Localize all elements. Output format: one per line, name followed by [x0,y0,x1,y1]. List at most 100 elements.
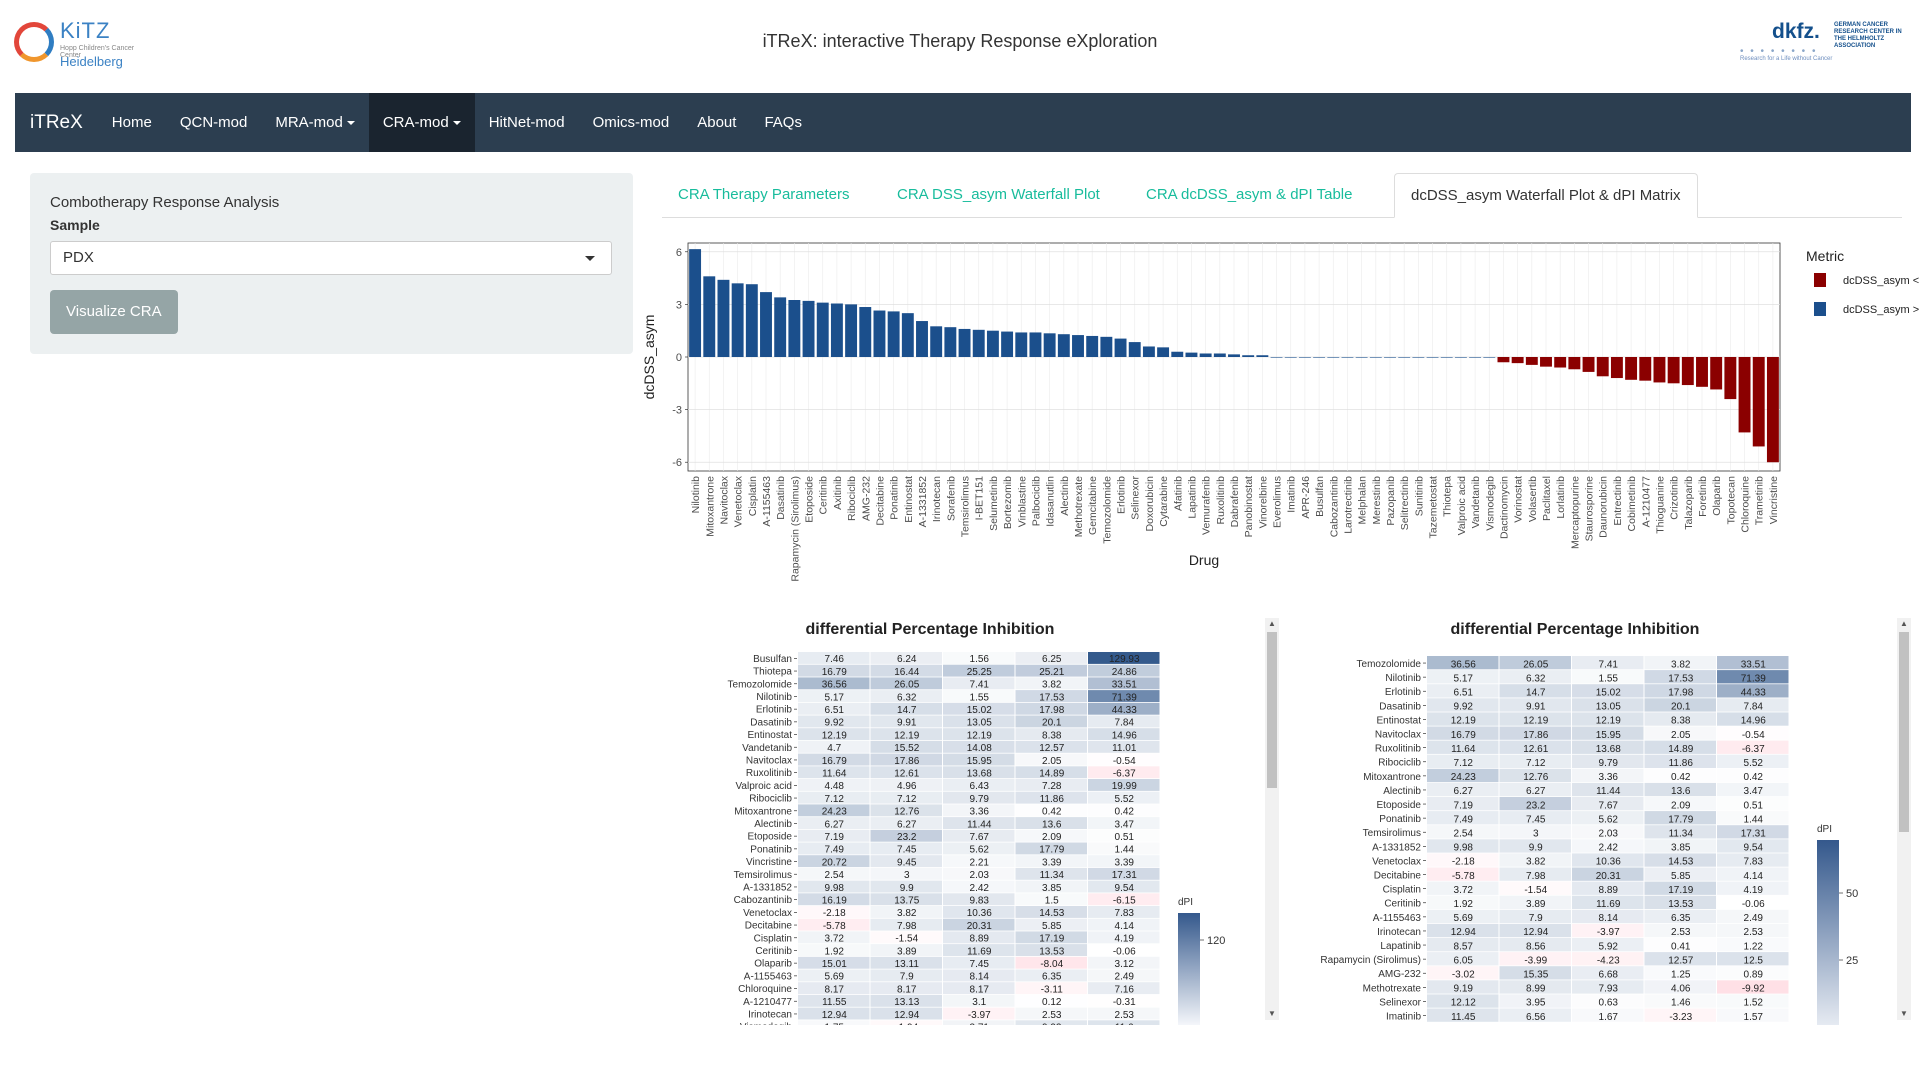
x-tick-label: Vincristine [1768,476,1780,524]
heatmap-cell-value: 5.85 [1671,871,1691,882]
heatmap-cell-value: 6.27 [1526,786,1546,797]
y-axis-title: dcDSS_asym [641,315,657,400]
x-tick-label: Navitoclax [718,475,730,524]
heatmap-cell-value: -4.23 [1597,955,1620,966]
heatmap-cell-value: 17.86 [894,756,919,767]
nav-item-omics-mod[interactable]: Omics-mod [579,93,684,152]
row-label: Ribociclib [749,794,792,805]
heatmap-cell-value: 9.92 [1454,702,1474,713]
x-tick-label: Vorinostat [1513,476,1525,523]
waterfall-bar [1228,354,1240,357]
heatmap-cell-value: 11.64 [822,768,847,779]
row-label: Irinotecan [1377,927,1421,938]
waterfall-bar [1497,357,1510,363]
waterfall-bar [1398,357,1411,358]
scroll-thumb[interactable] [1899,632,1909,832]
heatmap-cell-value: 3.1 [972,997,986,1008]
nav-item-qcn-mod[interactable]: QCN-mod [166,93,262,152]
x-tick-label: Ponatinib [889,476,901,520]
x-tick-label: Paclitaxel [1541,476,1553,521]
navbar-brand[interactable]: iTReX [15,93,98,152]
scrollbar-heatmap-1[interactable]: ▲ ▼ [1265,618,1279,1020]
heatmap-cell-value: 13.53 [1039,946,1064,957]
dpi-matrix-panel-1: differential Percentage Inhibition Busul… [680,615,1280,1025]
x-tick-label: Selitrectinib [1399,476,1411,530]
nav-item-hitnet-mod[interactable]: HitNet-mod [475,93,579,152]
heatmap-cell-value: 3.72 [1454,885,1474,896]
x-tick-label: Sorafenib [945,476,957,521]
sample-select-value: PDX [63,249,94,266]
x-tick-label: Gemcitabine [1087,476,1099,535]
heatmap-cell-value: 19.99 [1112,781,1137,792]
scroll-thumb[interactable] [1267,632,1277,788]
heatmap-cell-value: 1.67 [1599,1012,1619,1023]
heatmap-cell-value: 8.89 [970,934,990,945]
heatmap-cell-value: 0.51 [1744,800,1764,811]
row-label: Cabozantinib [734,895,793,906]
row-label: Navitoclax [1375,729,1421,740]
tab-cra-dcdss-dpi-table[interactable]: CRA dcDSS_asym & dPI Table [1130,173,1368,218]
dkfz-logo-text: dkfz. [1772,20,1820,43]
heatmap-cell-value: -9.92 [1742,984,1765,995]
nav-item-about[interactable]: About [683,93,750,152]
nav-item-mra-mod[interactable]: MRA-mod [261,93,369,152]
heatmap-cell-value: 7.45 [970,959,990,970]
heatmap-cell-value: -0.06 [1742,899,1765,910]
waterfall-bar [1015,332,1028,357]
heatmap-cell-value: 24.86 [1112,667,1137,678]
heatmap-cell-value: 9.9 [900,883,914,894]
heatmap-cell-value: 26.05 [1523,659,1548,670]
nav-item-cra-mod[interactable]: CRA-mod [368,93,475,152]
scroll-down-icon[interactable]: ▼ [1897,1008,1911,1020]
x-tick-label: Rapamycin (Sirolimus) [789,476,801,582]
sample-select[interactable]: PDX [50,241,612,275]
heatmap-cell-value: 7.67 [970,832,990,843]
heatmap-cell-value: 8.57 [1454,941,1474,952]
heatmap-cell-value: -0.54 [1113,756,1136,767]
row-label: Ponatinib [750,844,792,855]
scroll-down-icon[interactable]: ▼ [1265,1008,1279,1020]
waterfall-bar [972,329,985,357]
waterfall-bar [1142,346,1155,357]
x-tick-label: Vinblastine [1016,476,1028,527]
waterfall-bar [1270,357,1283,358]
row-label: Ceritinib [755,946,792,957]
x-tick-label: Decitabine [874,476,886,526]
x-tick-label: Entinostat [903,476,915,523]
heatmap-cell-value: 3.82 [897,908,917,919]
heatmap-cell-value: 3.36 [970,807,990,818]
row-label: A-1331852 [1372,842,1421,853]
x-tick-label: Thiotepa [1442,476,1454,517]
heatmap-cell-value: 12.19 [1523,716,1548,727]
row-label: Temozolomide [728,679,793,690]
x-tick-label: Temozolomide [1101,476,1113,544]
scroll-up-icon[interactable]: ▲ [1265,618,1279,630]
waterfall-bar [1525,357,1538,365]
heatmap-cell-value: 17.53 [1039,692,1064,703]
scrollbar-heatmap-2[interactable]: ▲ ▼ [1897,618,1911,1020]
visualize-cra-button[interactable]: Visualize CRA [50,290,178,334]
heatmap-cell-value: 13.05 [1596,702,1621,713]
tab-cra-dss-waterfall[interactable]: CRA DSS_asym Waterfall Plot [881,173,1116,218]
waterfall-bar [745,284,758,357]
heatmap-cell-value: 5.62 [970,845,990,856]
nav-item-home[interactable]: Home [98,93,166,152]
scroll-up-icon[interactable]: ▲ [1897,618,1911,630]
tab-cra-therapy-parameters[interactable]: CRA Therapy Parameters [662,173,865,218]
heatmap-cell-value: 7.45 [897,845,917,856]
app-title: iTReX: interactive Therapy Response eXpl… [762,31,1158,51]
heatmap-cell-value: 16.79 [1451,730,1476,741]
heatmap-cell-value: 16.44 [894,667,919,678]
dpi-matrix-panel-2: differential Percentage Inhibition Temoz… [1295,615,1895,1025]
x-tick-label: A-1210477 [1640,476,1652,528]
x-tick-label: Staurosporine [1584,476,1596,542]
tab-dcdss-waterfall-dpi-matrix[interactable]: dcDSS_asym Waterfall Plot & dPI Matrix [1394,173,1698,218]
row-label: Ruxolitinib [746,768,793,779]
heatmap-cell-value: 7.16 [1115,984,1135,995]
heatmap-cell-value: 17.98 [1668,687,1693,698]
waterfall-bar [1625,357,1638,380]
heatmap-cell-value: 8.38 [1042,730,1062,741]
heatmap-cell-value: 0.42 [1671,772,1691,783]
nav-item-label: QCN-mod [179,114,248,131]
nav-item-faqs[interactable]: FAQs [750,93,816,152]
